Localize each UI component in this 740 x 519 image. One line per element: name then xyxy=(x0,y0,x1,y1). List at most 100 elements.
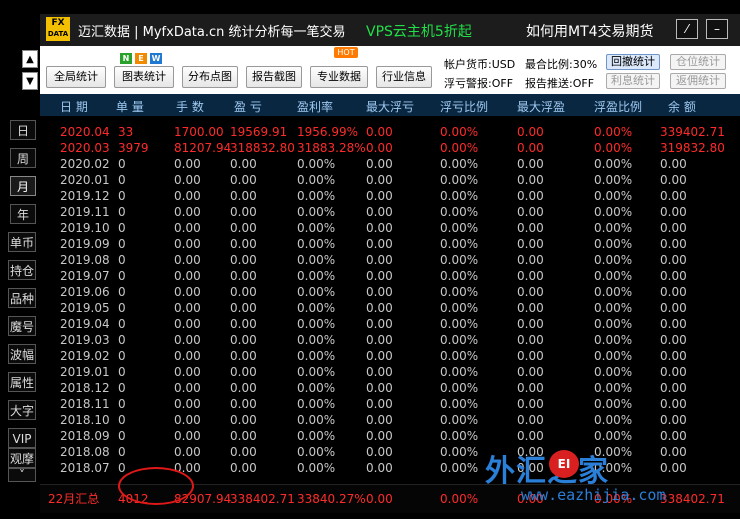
table-row[interactable]: 2019.12 0 0.00 0.00 0.00% 0.00 0.00% 0.00 0.00% 0… xyxy=(40,188,740,204)
cell-profit-rate: 0.00% xyxy=(297,285,336,299)
table-row[interactable]: 2019.07 0 0.00 0.00 0.00% 0.00 0.00% 0.00 0.00% 0… xyxy=(40,268,740,284)
cell-lots: 0.00 xyxy=(174,445,201,459)
cell-float-loss-ratio: 0.00% xyxy=(440,429,479,443)
filter-magic-button[interactable]: 魔号 xyxy=(8,316,36,336)
cell-lots: 81207.94 xyxy=(174,141,232,155)
mt4-futures-link[interactable]: 如何用MT4交易期货 xyxy=(526,21,654,41)
chevron-down-icon[interactable]: ˅ xyxy=(8,468,36,482)
cell-profit-rate: 0.00% xyxy=(297,461,336,475)
col-header-max-float-loss[interactable]: 最大浮亏 xyxy=(366,98,414,115)
chart-stats-button[interactable]: 图表统计 xyxy=(114,66,174,88)
cell-date: 2019.11 xyxy=(60,205,110,219)
table-row[interactable]: 2019.08 0 0.00 0.00 0.00% 0.00 0.00% 0.00 0.00% 0… xyxy=(40,252,740,268)
report-screenshot-button[interactable]: 报告截图 xyxy=(246,66,302,88)
period-month-button[interactable]: 月 xyxy=(10,176,36,196)
table-row[interactable]: 2020.02 0 0.00 0.00 0.00% 0.00 0.00% 0.00 0.00% 0… xyxy=(40,156,740,172)
cell-float-profit-ratio: 0.00% xyxy=(594,429,633,443)
cell-balance: 0.00 xyxy=(660,365,687,379)
vps-promo-link[interactable]: VPS云主机5折起 xyxy=(366,21,472,41)
cell-max-float-profit: 0.00 xyxy=(517,269,544,283)
cell-max-float-loss: 0.00 xyxy=(366,429,393,443)
filter-volatility-button[interactable]: 波幅 xyxy=(8,344,36,364)
col-header-float-profit-ratio[interactable]: 浮盈比例 xyxy=(594,98,642,115)
position-stats-button[interactable]: 仓位统计 xyxy=(670,54,726,70)
title-bar: FX DATA 迈汇数据 | MyfxData.cn 统计分析每一笔交易 VPS… xyxy=(40,14,740,46)
period-week-button[interactable]: 周 xyxy=(10,148,36,168)
cell-profit-rate: 0.00% xyxy=(297,237,336,251)
table-row[interactable]: 2019.05 0 0.00 0.00 0.00% 0.00 0.00% 0.00 0.00% 0… xyxy=(40,300,740,316)
scroll-up-button[interactable]: ▲ xyxy=(22,50,38,68)
cell-date: 2018.09 xyxy=(60,429,110,443)
float-alert-label[interactable]: 浮亏警报:OFF xyxy=(444,75,513,91)
col-header-profit[interactable]: 盈 亏 xyxy=(234,98,262,115)
left-rail: ▲ ▼ 日 周 月 年 单币 持仓 品种 魔号 波幅 属性 大字 VIP 观摩 … xyxy=(0,0,40,519)
table-row[interactable]: 2018.10 0 0.00 0.00 0.00% 0.00 0.00% 0.00 0.00% 0… xyxy=(40,412,740,428)
table-row[interactable]: 2018.12 0 0.00 0.00 0.00% 0.00 0.00% 0.00 0.00% 0… xyxy=(40,380,740,396)
filter-currency-button[interactable]: 单币 xyxy=(8,232,36,252)
global-stats-button[interactable]: 全局统计 xyxy=(46,66,106,88)
cell-max-float-profit: 0.00 xyxy=(517,349,544,363)
industry-info-button[interactable]: 行业信息 xyxy=(376,66,432,88)
edit-icon[interactable]: ⁄ xyxy=(676,19,698,39)
table-row[interactable]: 2019.10 0 0.00 0.00 0.00% 0.00 0.00% 0.00 0.00% 0… xyxy=(40,220,740,236)
summary-profit: 338402.71 xyxy=(230,492,295,506)
table-row[interactable]: 2019.06 0 0.00 0.00 0.00% 0.00 0.00% 0.00 0.00% 0… xyxy=(40,284,740,300)
col-header-max-float-profit[interactable]: 最大浮盈 xyxy=(517,98,565,115)
highlight-circle xyxy=(118,467,194,505)
filter-symbol-button[interactable]: 品种 xyxy=(8,288,36,308)
table-row[interactable]: 2020.04 33 1700.00 19569.91 1956.99% 0.00 0.00… xyxy=(40,124,740,140)
cell-max-float-profit: 0.00 xyxy=(517,333,544,347)
report-push-label[interactable]: 报告推送:OFF xyxy=(525,75,594,91)
cell-profit-rate: 0.00% xyxy=(297,445,336,459)
filter-attribute-button[interactable]: 属性 xyxy=(8,372,36,392)
period-day-button[interactable]: 日 xyxy=(10,120,36,140)
col-header-orders[interactable]: 单 量 xyxy=(116,98,144,115)
cell-orders: 0 xyxy=(118,381,126,395)
table-row[interactable]: 2019.03 0 0.00 0.00 0.00% 0.00 0.00% 0.00 0.00% 0… xyxy=(40,332,740,348)
cell-balance: 0.00 xyxy=(660,333,687,347)
rebate-stats-button[interactable]: 返佣统计 xyxy=(670,73,726,89)
observe-button[interactable]: 观摩 xyxy=(8,448,36,468)
table-row[interactable]: 2019.04 0 0.00 0.00 0.00% 0.00 0.00% 0.00 0.00% 0… xyxy=(40,316,740,332)
cell-date: 2019.02 xyxy=(60,349,110,363)
cell-date: 2019.10 xyxy=(60,221,110,235)
cell-profit-rate: 0.00% xyxy=(297,349,336,363)
period-year-button[interactable]: 年 xyxy=(10,204,36,224)
cell-lots: 0.00 xyxy=(174,189,201,203)
cell-orders: 0 xyxy=(118,333,126,347)
cell-balance: 0.00 xyxy=(660,205,687,219)
hot-badge: HOT xyxy=(334,47,358,58)
cell-date: 2019.06 xyxy=(60,285,110,299)
cell-max-float-loss: 0.00 xyxy=(366,349,393,363)
table-row[interactable]: 2018.11 0 0.00 0.00 0.00% 0.00 0.00% 0.00 0.00% 0… xyxy=(40,396,740,412)
cell-profit-rate: 0.00% xyxy=(297,413,336,427)
table-row[interactable]: 2019.02 0 0.00 0.00 0.00% 0.00 0.00% 0.00 0.00% 0… xyxy=(40,348,740,364)
cell-float-loss-ratio: 0.00% xyxy=(440,237,479,251)
drawdown-stats-button[interactable]: 回撤统计 xyxy=(606,54,660,70)
col-header-lots[interactable]: 手 数 xyxy=(176,98,204,115)
col-header-float-loss-ratio[interactable]: 浮亏比例 xyxy=(440,98,488,115)
col-header-date[interactable]: 日 期 xyxy=(60,98,88,115)
interest-stats-button[interactable]: 利息统计 xyxy=(606,73,660,89)
pro-data-button[interactable]: 专业数据 xyxy=(310,66,368,88)
distribution-chart-button[interactable]: 分布点图 xyxy=(182,66,238,88)
table-row[interactable]: 2018.09 0 0.00 0.00 0.00% 0.00 0.00% 0.00 0.00% 0… xyxy=(40,428,740,444)
table-row[interactable]: 2020.01 0 0.00 0.00 0.00% 0.00 0.00% 0.00 0.00% 0… xyxy=(40,172,740,188)
cell-max-float-loss: 0.00 xyxy=(366,381,393,395)
cell-max-float-profit: 0.00 xyxy=(517,413,544,427)
table-row[interactable]: 2019.11 0 0.00 0.00 0.00% 0.00 0.00% 0.00 0.00% 0… xyxy=(40,204,740,220)
filter-position-button[interactable]: 持仓 xyxy=(8,260,36,280)
table-row[interactable]: 2019.01 0 0.00 0.00 0.00% 0.00 0.00% 0.00 0.00% 0… xyxy=(40,364,740,380)
vip-button[interactable]: VIP xyxy=(8,428,36,448)
col-header-profit-rate[interactable]: 盈利率 xyxy=(297,98,333,115)
cell-float-profit-ratio: 0.00% xyxy=(594,141,633,155)
minimize-button[interactable]: – xyxy=(706,19,728,39)
cell-date: 2019.01 xyxy=(60,365,110,379)
scroll-down-button[interactable]: ▼ xyxy=(22,72,38,90)
cell-float-loss-ratio: 0.00% xyxy=(440,141,479,155)
table-row[interactable]: 2019.09 0 0.00 0.00 0.00% 0.00 0.00% 0.00 0.00% 0… xyxy=(40,236,740,252)
col-header-balance[interactable]: 余 额 xyxy=(668,98,696,115)
cell-float-profit-ratio: 0.00% xyxy=(594,285,633,299)
table-row[interactable]: 2020.03 3979 81207.94 318832.80 31883.28% 0.0… xyxy=(40,140,740,156)
big-font-button[interactable]: 大字 xyxy=(8,400,36,420)
